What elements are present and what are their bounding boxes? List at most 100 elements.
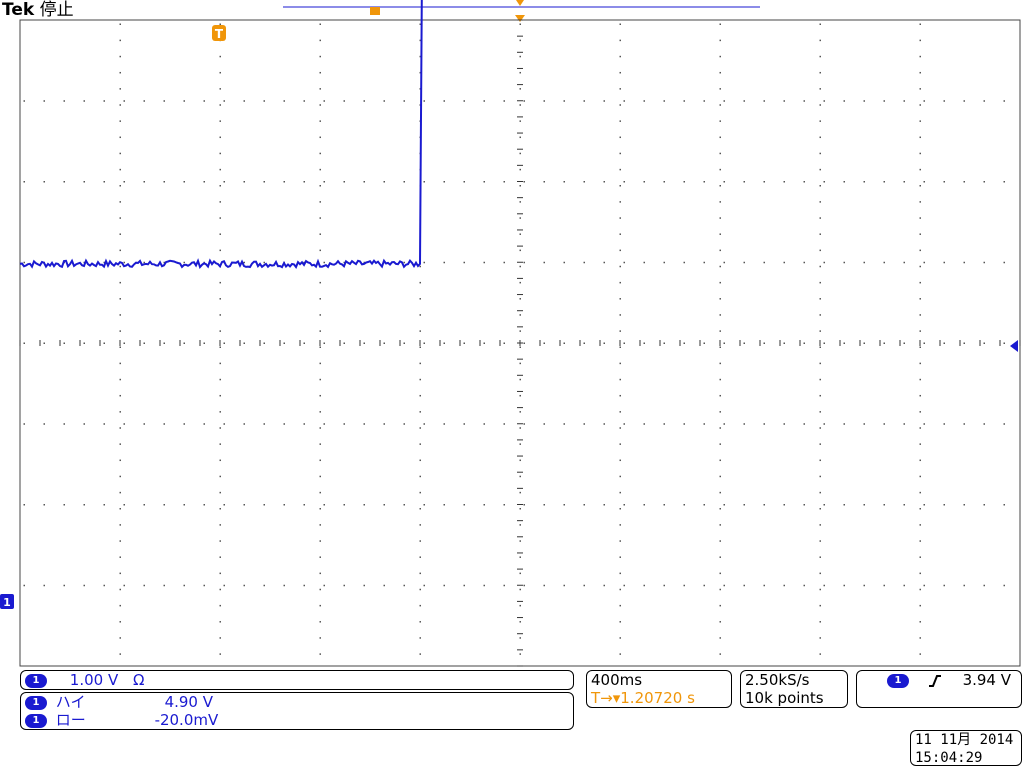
grid-dot [619,524,621,526]
grid-dot [119,330,121,332]
grid-dot [163,584,165,587]
grid-dot [703,504,705,506]
grid-dot [319,459,321,462]
grid-dot [583,504,585,506]
grid-dot [983,584,985,587]
grid-dot [419,604,421,607]
grid-dot [623,423,625,425]
measurement-panel[interactable]: 1 ハイ 4.90 V 1 ロー -20.0mV [20,692,574,730]
grid-dot [823,100,825,102]
trigger-level: 3.94 V [962,671,1011,689]
grid-dot [163,100,165,102]
acquisition-readout[interactable]: 2.50kS/s 10k points [740,670,848,708]
grid-dot [319,411,321,413]
grid-dot [523,584,525,587]
grid-dot [119,378,121,381]
grid-dot [519,217,521,219]
grid-dot [123,423,125,425]
grid-dot [963,342,965,344]
grid-dot [519,314,521,316]
grid-dot [543,181,545,183]
grid-dot [83,100,85,102]
grid-dot [919,55,921,58]
grid-dot [919,136,921,139]
grid-dot [723,100,725,102]
grid-dot [463,181,465,183]
horizontal-readout[interactable]: 400ms T→▾1.20720 s [586,670,732,708]
grid-dot [563,181,565,183]
channel1-scale-readout[interactable]: 1 1.00 V Ω [20,670,574,690]
grid-dot [743,342,745,344]
grid-dot [583,261,585,264]
grid-dot [803,100,805,102]
grid-dot [419,362,421,365]
grid-dot [219,394,221,397]
grid-dot [203,584,205,587]
grid-dot [243,584,245,587]
trigger-level-marker-icon[interactable] [1010,340,1018,352]
grid-dot [319,104,321,106]
record-length: 10k points [745,689,824,707]
grid-dot [319,491,321,494]
grid-dot [919,540,921,542]
grid-dot [143,100,145,102]
grid-dot [383,504,385,506]
grid-dot [619,588,621,591]
grid-dot [819,71,821,74]
grid-dot [519,88,521,90]
grid-dot [919,378,921,381]
grid-dot [719,475,721,478]
grid-dot [119,411,121,413]
grid-dot [803,181,805,183]
grid-dot [803,504,805,506]
grid-dot [323,100,325,102]
grid-dot [219,281,221,284]
grid-dot [923,504,925,506]
grid-dot [643,504,645,506]
grid-dot [843,100,845,102]
grid-dot [763,181,765,183]
expansion-point-icon[interactable] [515,15,525,22]
grid-dot [363,584,365,587]
grid-dot [543,100,545,102]
grid-dot [919,104,921,106]
grid-dot [343,584,345,587]
channel1-ground-marker[interactable]: 1 [0,594,14,609]
grid-dot [443,342,445,344]
grid-dot [303,181,305,183]
grid-dot [883,584,885,587]
measurement-high-badge: 1 [25,695,47,710]
grid-dot [519,185,521,187]
grid-dot [663,423,665,425]
grid-dot [319,298,321,300]
grid-dot [219,588,221,591]
grid-dot [519,508,521,510]
grid-dot [843,504,845,506]
grid-dot [919,168,921,171]
grid-dot [203,504,205,506]
grid-dot [219,314,221,316]
grid-dot [643,584,645,587]
grid-dot [403,261,405,264]
grid-dot [719,185,721,187]
grid-dot [919,491,921,494]
grid-dot [619,346,621,348]
grid-dot [519,23,521,25]
grid-dot [619,71,621,74]
grid-dot [123,342,125,344]
grid-dot [419,330,421,332]
grid-dot [819,249,821,252]
grid-dot [143,261,145,264]
grid-dot [243,100,245,102]
grid-dot [143,342,145,344]
grid-dot [783,584,785,587]
grid-dot [583,100,585,102]
grid-dot [319,604,321,607]
grid-dot [719,249,721,252]
grid-dot [723,342,725,344]
grid-dot [219,71,221,74]
grid-dot [423,584,425,587]
trigger-readout[interactable]: 1 3.94 V [856,670,1022,708]
trigger-position-marker[interactable]: T [212,25,226,41]
grid-dot [119,88,121,90]
